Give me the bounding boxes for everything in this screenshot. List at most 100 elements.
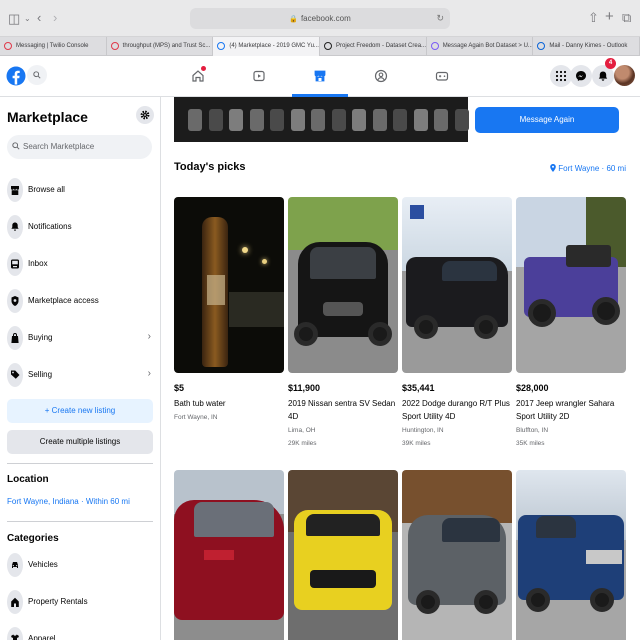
- sidebar-item-browse-all[interactable]: Browse all: [7, 177, 153, 203]
- search-placeholder: Search Marketplace: [23, 142, 95, 151]
- listing-card[interactable]: [516, 470, 626, 640]
- inbox-icon: [7, 252, 23, 276]
- new-tab-icon[interactable]: +: [605, 9, 614, 25]
- sidebar-item-vehicles[interactable]: Vehicles: [7, 552, 153, 578]
- gear-icon: [140, 110, 150, 120]
- nav-marketplace[interactable]: [308, 64, 332, 88]
- listing-location: Bluffton, IN: [516, 427, 549, 434]
- nav-watch[interactable]: [247, 64, 271, 88]
- search-icon: [33, 71, 41, 79]
- messenger-icon: [576, 71, 586, 81]
- categories-heading: Categories: [7, 533, 59, 544]
- bell-icon: [7, 215, 23, 239]
- browser-tab[interactable]: Message Again Bot Dataset > U...: [427, 37, 534, 56]
- forward-icon[interactable]: ›: [53, 10, 57, 26]
- listing-photo: [288, 470, 398, 640]
- back-icon[interactable]: ‹: [37, 10, 41, 26]
- divider: [7, 521, 153, 522]
- browser-tab[interactable]: Messaging | Twilio Console: [0, 37, 107, 56]
- marketplace-icon: [314, 70, 326, 82]
- listing-card[interactable]: $11,900 2019 Nissan sentra SV Sedan 4D Lim…: [288, 197, 398, 451]
- sidebar-item-label: Buying: [28, 333, 53, 342]
- listing-card[interactable]: $35,441 2022 Dodge durango R/T Plus Sport…: [402, 197, 512, 451]
- chevron-right-icon: ›: [147, 368, 151, 379]
- tab-favicon-icon: [217, 42, 226, 50]
- profile-avatar[interactable]: [614, 65, 635, 86]
- sidebar-item-buying[interactable]: Buying ›: [7, 325, 153, 351]
- settings-button[interactable]: [136, 106, 154, 124]
- listing-price: $5: [174, 383, 185, 393]
- thumbnail: [372, 109, 387, 131]
- listing-card[interactable]: $28,000 2017 Jeep wrangler Sahara Sport U…: [516, 197, 626, 451]
- tab-label: throughput (MPS) and Trust Sc...: [122, 43, 211, 49]
- listing-price: $35,441: [402, 383, 435, 393]
- url-bar[interactable]: 🔒 facebook.com ↻: [190, 8, 450, 29]
- marketplace-feed: Message Again Today's picks Fort Wayne ·…: [161, 97, 640, 640]
- thumbnail: [454, 109, 469, 131]
- thumbnail: [249, 109, 264, 131]
- tab-bar: Messaging | Twilio Console throughput (MP…: [0, 37, 640, 56]
- browser-tab[interactable]: throughput (MPS) and Trust Sc...: [107, 37, 214, 56]
- tab-favicon-icon: [110, 42, 119, 50]
- shield-icon: [7, 289, 23, 313]
- sidebar-item-marketplace-access[interactable]: Marketplace access: [7, 288, 153, 314]
- menu-button[interactable]: [550, 65, 572, 87]
- chevron-right-icon: ›: [147, 331, 151, 342]
- thumbnail: [331, 109, 346, 131]
- listing-card[interactable]: [174, 470, 284, 640]
- messenger-button[interactable]: [570, 65, 592, 87]
- tab-label: (4) Marketplace - 2019 GMC Yu...: [229, 43, 319, 49]
- picks-location-link[interactable]: Fort Wayne · 60 mi: [550, 164, 626, 173]
- listing-location: Lima, OH: [288, 427, 316, 434]
- tab-label: Messaging | Twilio Console: [16, 43, 89, 49]
- tab-label: Project Freedom - Dataset Crea...: [336, 43, 427, 49]
- sidebar-toggle-icon[interactable]: ◫: [8, 11, 20, 27]
- tag-icon: [7, 363, 23, 387]
- browser-tab[interactable]: (4) Marketplace - 2019 GMC Yu...: [213, 37, 321, 56]
- nav-gaming[interactable]: [430, 64, 454, 88]
- divider: [7, 463, 153, 464]
- sidebar-item-apparel[interactable]: Apparel: [7, 626, 153, 640]
- listing-price: $11,900: [288, 383, 321, 393]
- sidebar-item-label: Vehicles: [28, 560, 58, 569]
- tab-favicon-icon: [4, 42, 12, 50]
- browser-tab[interactable]: Project Freedom - Dataset Crea...: [320, 37, 427, 56]
- shopping-bag-icon: [7, 326, 23, 350]
- share-icon[interactable]: ⇧: [588, 10, 599, 26]
- home-icon: [192, 70, 204, 82]
- lock-icon: 🔒: [289, 16, 298, 23]
- groups-icon: [374, 69, 388, 83]
- sidebar-item-label: Marketplace access: [28, 296, 99, 305]
- sidebar-item-notifications[interactable]: Notifications: [7, 214, 153, 240]
- sidebar-item-inbox[interactable]: Inbox: [7, 251, 153, 277]
- tab-overview-icon[interactable]: ⧉: [622, 10, 631, 26]
- facebook-logo-icon[interactable]: [6, 62, 26, 90]
- url-text: facebook.com: [300, 14, 351, 23]
- video-icon: [253, 70, 265, 82]
- reload-icon[interactable]: ↻: [436, 8, 444, 29]
- message-again-button[interactable]: Message Again: [475, 107, 619, 133]
- sidebar-item-selling[interactable]: Selling ›: [7, 362, 153, 388]
- search-button[interactable]: [27, 65, 47, 85]
- nav-home[interactable]: [186, 64, 210, 88]
- listing-photo: [516, 197, 626, 373]
- listing-card[interactable]: [288, 470, 398, 640]
- thumbnail: [229, 109, 243, 131]
- sidebar-item-property-rentals[interactable]: Property Rentals: [7, 589, 153, 615]
- location-filter-link[interactable]: Fort Wayne, Indiana · Within 60 mi: [7, 497, 130, 506]
- create-multiple-listings-button[interactable]: Create multiple listings: [7, 430, 153, 454]
- listing-card[interactable]: [402, 470, 512, 640]
- nav-groups[interactable]: [369, 64, 393, 88]
- marketplace-sidebar: Marketplace Search Marketplace Browse al…: [0, 97, 161, 640]
- listing-photo: [288, 197, 398, 373]
- sidebar-item-label: Inbox: [28, 259, 48, 268]
- shirt-icon: [7, 627, 23, 640]
- browser-tab[interactable]: Mail - Danny Kimes - Outlook: [533, 37, 640, 56]
- grid-menu-icon: [555, 70, 567, 82]
- chevron-down-icon[interactable]: ⌄: [24, 11, 31, 27]
- create-new-listing-button[interactable]: + Create new listing: [7, 399, 153, 423]
- car-icon: [7, 553, 23, 577]
- listing-card[interactable]: $5 Bath tub water Fort Wayne, IN: [174, 197, 284, 424]
- marketplace-search-input[interactable]: Search Marketplace: [7, 135, 152, 159]
- listing-mileage: 39K miles: [402, 440, 431, 447]
